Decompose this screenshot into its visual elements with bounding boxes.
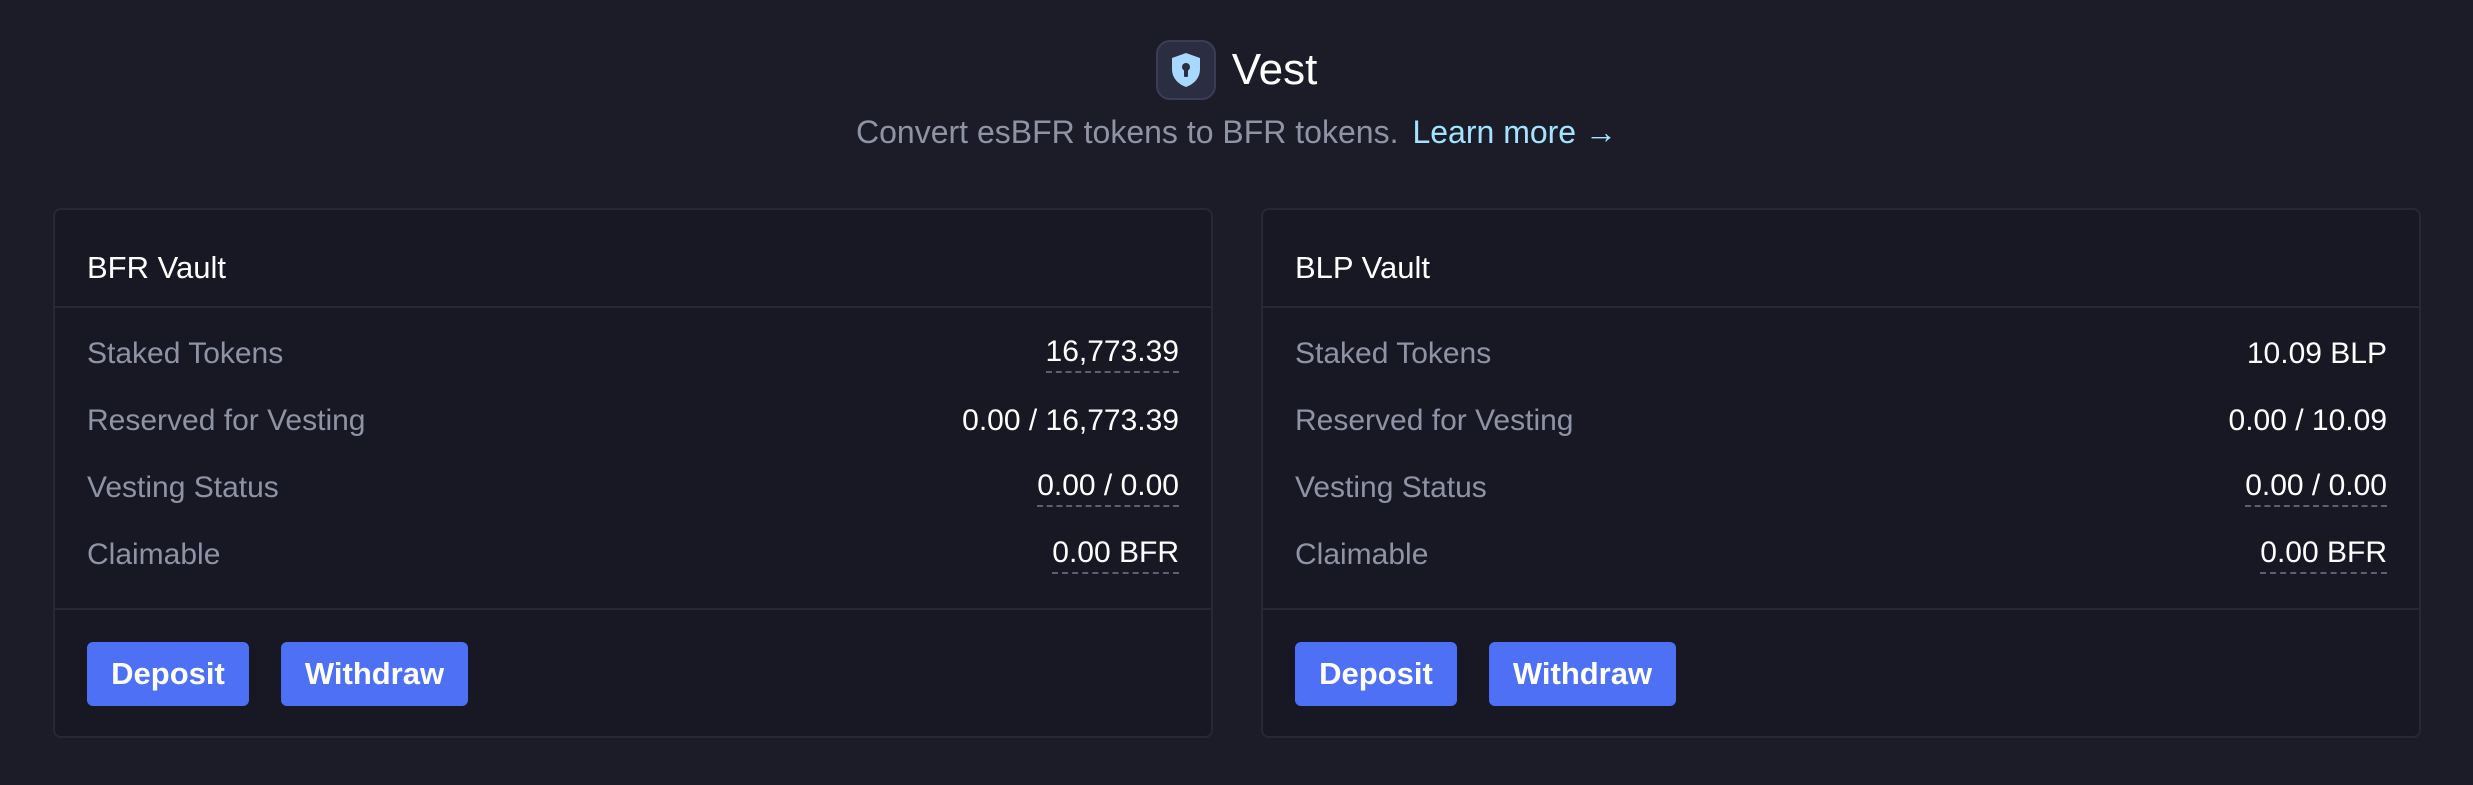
reserved-for-vesting-row: Reserved for Vesting 0.00 / 10.09 — [1295, 387, 2387, 454]
claimable-label: Claimable — [87, 537, 221, 571]
reserved-for-vesting-value: 0.00 / 10.09 — [2228, 403, 2387, 437]
vault-stats: Staked Tokens 10.09 BLP Reserved for Ves… — [1263, 308, 2419, 574]
reserved-for-vesting-value: 0.00 / 16,773.39 — [962, 403, 1179, 437]
claimable-row: Claimable 0.00 BFR — [1295, 521, 2387, 588]
page-header: Vest Convert esBFR tokens to BFR tokens.… — [0, 0, 2473, 151]
vesting-status-label: Vesting Status — [1295, 470, 1487, 504]
claimable-value[interactable]: 0.00 BFR — [1052, 536, 1179, 574]
vault-title: BLP Vault — [1263, 210, 2419, 308]
deposit-button[interactable]: Deposit — [87, 642, 249, 706]
claimable-value[interactable]: 0.00 BFR — [2260, 536, 2387, 574]
vesting-status-row: Vesting Status 0.00 / 0.00 — [87, 454, 1179, 521]
reserved-for-vesting-label: Reserved for Vesting — [1295, 403, 1574, 437]
staked-tokens-value: 10.09 BLP — [2246, 336, 2387, 370]
claimable-label: Claimable — [1295, 537, 1429, 571]
staked-tokens-label: Staked Tokens — [87, 336, 284, 370]
withdraw-button[interactable]: Withdraw — [281, 642, 468, 706]
staked-tokens-label: Staked Tokens — [1295, 336, 1492, 370]
claimable-row: Claimable 0.00 BFR — [87, 521, 1179, 588]
withdraw-button[interactable]: Withdraw — [1489, 642, 1676, 706]
vesting-status-value[interactable]: 0.00 / 0.00 — [1037, 469, 1179, 507]
reserved-for-vesting-row: Reserved for Vesting 0.00 / 16,773.39 — [87, 387, 1179, 454]
vault-actions: Deposit Withdraw — [55, 608, 1211, 738]
vesting-status-value[interactable]: 0.00 / 0.00 — [2245, 469, 2387, 507]
staked-tokens-row: Staked Tokens 16,773.39 — [87, 320, 1179, 387]
vesting-status-label: Vesting Status — [87, 470, 279, 504]
vault-title: BFR Vault — [55, 210, 1211, 308]
learn-more-link[interactable]: Learn more → — [1412, 114, 1617, 151]
page-subtitle-row: Convert esBFR tokens to BFR tokens. Lear… — [856, 114, 1617, 151]
page-title: Vest — [1231, 45, 1318, 94]
vault-stats: Staked Tokens 16,773.39 Reserved for Ves… — [55, 308, 1211, 574]
page-subtitle: Convert esBFR tokens to BFR tokens. — [856, 114, 1399, 150]
vault-actions: Deposit Withdraw — [1263, 608, 2419, 738]
title-row: Vest — [1155, 38, 1318, 102]
blp-vault-card: BLP Vault Staked Tokens 10.09 BLP Reserv… — [1261, 208, 2421, 738]
reserved-for-vesting-label: Reserved for Vesting — [87, 403, 366, 437]
bfr-vault-card: BFR Vault Staked Tokens 16,773.39 Reserv… — [53, 208, 1213, 738]
staked-tokens-row: Staked Tokens 10.09 BLP — [1295, 320, 2387, 387]
vesting-status-row: Vesting Status 0.00 / 0.00 — [1295, 454, 2387, 521]
shield-lock-icon — [1155, 40, 1216, 100]
staked-tokens-value[interactable]: 16,773.39 — [1045, 335, 1179, 373]
deposit-button[interactable]: Deposit — [1295, 642, 1457, 706]
